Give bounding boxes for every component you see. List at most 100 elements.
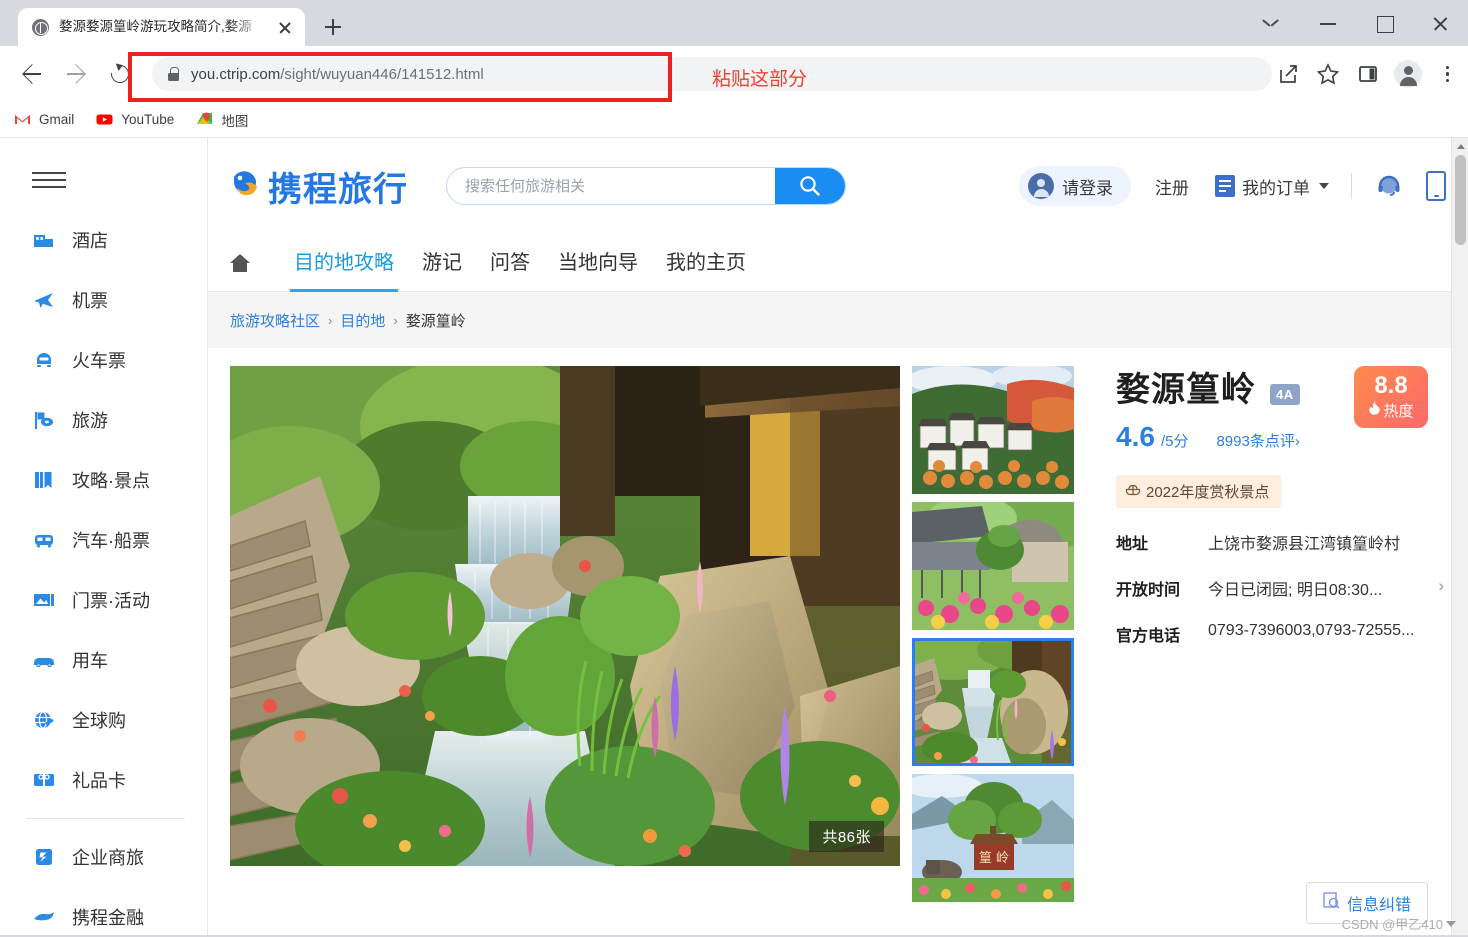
- heat-score-label: 热度: [1368, 400, 1414, 421]
- profile-avatar-icon[interactable]: [1394, 60, 1422, 88]
- bookmark-gmail[interactable]: Gmail: [14, 111, 74, 128]
- sidebar-item-car-rental[interactable]: 用车: [0, 630, 207, 690]
- poi-summary-card: 共86张 篁 岭 婺源篁岭 4A 8.8 热度 4.6 /5分 8993条点评›…: [230, 366, 1444, 924]
- gmail-icon: [14, 111, 31, 128]
- tab-local-guide[interactable]: 当地向导: [544, 234, 652, 292]
- globe-icon: [32, 18, 49, 36]
- sidebar-item-business-travel[interactable]: 企业商旅: [0, 827, 207, 887]
- user-avatar-icon: [1028, 173, 1054, 199]
- bookmark-youtube[interactable]: YouTube: [96, 111, 174, 128]
- sidebar-item-flights[interactable]: 机票: [0, 270, 207, 330]
- review-count-text: 8993条点评: [1216, 433, 1295, 451]
- breadcrumb-item-community[interactable]: 旅游攻略社区: [230, 310, 320, 331]
- field-address: 地址 上饶市婺源县江湾镇篁岭村: [1116, 530, 1444, 554]
- register-link[interactable]: 注册: [1155, 174, 1189, 199]
- sidebar-item-train[interactable]: 火车票: [0, 330, 207, 390]
- sidebar-item-label: 机票: [72, 291, 108, 311]
- sidebar-item-tour[interactable]: 旅游: [0, 390, 207, 450]
- train-icon: [32, 348, 56, 372]
- svg-text:篁 岭: 篁 岭: [979, 850, 1009, 866]
- bookmark-maps[interactable]: 地图: [196, 110, 248, 130]
- youtube-icon: [96, 111, 113, 128]
- scroll-up-arrow[interactable]: [1452, 138, 1468, 155]
- lock-icon: [168, 67, 179, 81]
- site-search[interactable]: [446, 167, 846, 205]
- tab-close-icon[interactable]: [275, 17, 295, 37]
- sidebar-divider: [26, 818, 185, 819]
- sidebar-item-guide-attractions[interactable]: 攻略·景点: [0, 450, 207, 510]
- login-button[interactable]: 请登录: [1019, 166, 1131, 206]
- chevron-down-icon: [1446, 920, 1456, 927]
- close-window-button[interactable]: [1412, 0, 1468, 46]
- thumbnail-village-autumn[interactable]: [912, 366, 1074, 494]
- watermark: CSDN @甲乙410: [1342, 914, 1456, 933]
- chevron-down-icon[interactable]: [1244, 0, 1300, 46]
- field-label: 开放时间: [1116, 582, 1181, 600]
- field-opening-hours[interactable]: 开放时间 今日已闭园; 明日08:30... ›: [1116, 576, 1444, 600]
- sidebar-item-finance[interactable]: 携程金融: [0, 887, 207, 935]
- hero-photo[interactable]: 共86张: [230, 366, 900, 866]
- thumbnail-courtyard-flowers[interactable]: [912, 502, 1074, 630]
- chevron-right-icon[interactable]: ›: [1438, 576, 1444, 596]
- tab-my-homepage[interactable]: 我的主页: [652, 234, 760, 292]
- side-panel-icon[interactable]: [1351, 57, 1385, 91]
- tour-flag-icon: [32, 408, 56, 432]
- global-shop-icon: [32, 708, 56, 732]
- sidebar-item-label: 酒店: [72, 231, 108, 251]
- share-icon[interactable]: [1271, 57, 1305, 91]
- closed-today-text: 今日已闭园: [1208, 582, 1289, 600]
- star-icon[interactable]: [1311, 57, 1345, 91]
- page-scrollbar[interactable]: [1451, 138, 1468, 935]
- scrollbar-thumb[interactable]: [1455, 155, 1466, 245]
- breadcrumb-item-destination[interactable]: 目的地: [340, 310, 385, 331]
- my-orders-menu[interactable]: 我的订单: [1215, 174, 1329, 199]
- sidebar-item-gift-card[interactable]: 礼品卡: [0, 750, 207, 810]
- business-travel-icon: [32, 845, 56, 869]
- my-orders-label: 我的订单: [1242, 178, 1310, 198]
- annotation-label: 粘贴这部分: [712, 69, 808, 90]
- heat-label-text: 热度: [1383, 402, 1414, 420]
- tab-travel-notes[interactable]: 游记: [408, 234, 476, 292]
- tab-destination-guide[interactable]: 目的地攻略: [280, 234, 408, 292]
- headset-service-icon[interactable]: [1374, 171, 1404, 201]
- search-button[interactable]: [775, 168, 845, 204]
- field-phone: 官方电话 0793-7396003,0793-72555...: [1116, 622, 1444, 646]
- thumbnail-waterfall-garden[interactable]: [912, 638, 1074, 766]
- thumbnail-entrance-sign[interactable]: 篁 岭: [912, 774, 1074, 902]
- photo-count-badge: 共86张: [809, 821, 884, 852]
- browser-tab[interactable]: 婺源婺源篁岭游玩攻略简介,婺源: [18, 8, 305, 46]
- page-title: 婺源篁岭: [1116, 371, 1256, 409]
- tab-qa[interactable]: 问答: [476, 234, 544, 292]
- forward-button[interactable]: [58, 56, 94, 92]
- sidebar-item-label: 火车票: [72, 351, 126, 371]
- plane-icon: [32, 288, 56, 312]
- ctrip-logo[interactable]: 携程旅行: [228, 162, 408, 211]
- bookmark-label: 地图: [221, 113, 249, 129]
- minimize-button[interactable]: [1300, 0, 1356, 46]
- new-tab-button[interactable]: [319, 13, 347, 41]
- sidebar-item-global-shopping[interactable]: 全球购: [0, 690, 207, 750]
- watermark-text: CSDN @甲乙410: [1341, 917, 1443, 932]
- car-icon: [32, 648, 56, 672]
- sidebar-item-label: 企业商旅: [72, 848, 144, 868]
- kebab-menu-icon[interactable]: [1432, 57, 1462, 91]
- sidebar-item-bus-ferry[interactable]: 汽车·船票: [0, 510, 207, 570]
- sidebar-item-label: 汽车·船票: [72, 531, 150, 551]
- sidebar-item-hotel[interactable]: 酒店: [0, 210, 207, 270]
- search-input[interactable]: [447, 168, 775, 204]
- thumb-art: [912, 638, 1074, 766]
- tab-title: 婺源婺源篁岭游玩攻略简介,婺源: [59, 19, 252, 34]
- sidebar-item-tickets-activities[interactable]: 门票·活动: [0, 570, 207, 630]
- report-error-label: 信息纠错: [1346, 897, 1411, 914]
- home-icon[interactable]: [228, 251, 252, 275]
- hamburger-icon[interactable]: [32, 168, 66, 192]
- sidebar-item-label: 携程金融: [72, 908, 144, 928]
- reload-button[interactable]: [102, 56, 138, 92]
- back-button[interactable]: [14, 56, 50, 92]
- maximize-button[interactable]: [1356, 0, 1412, 46]
- review-count-link[interactable]: 8993条点评›: [1216, 430, 1299, 451]
- chevron-down-icon: [1319, 183, 1329, 189]
- hotel-icon: [32, 228, 56, 252]
- chevron-right-icon: ›: [1294, 433, 1300, 451]
- mobile-app-icon[interactable]: [1426, 171, 1446, 201]
